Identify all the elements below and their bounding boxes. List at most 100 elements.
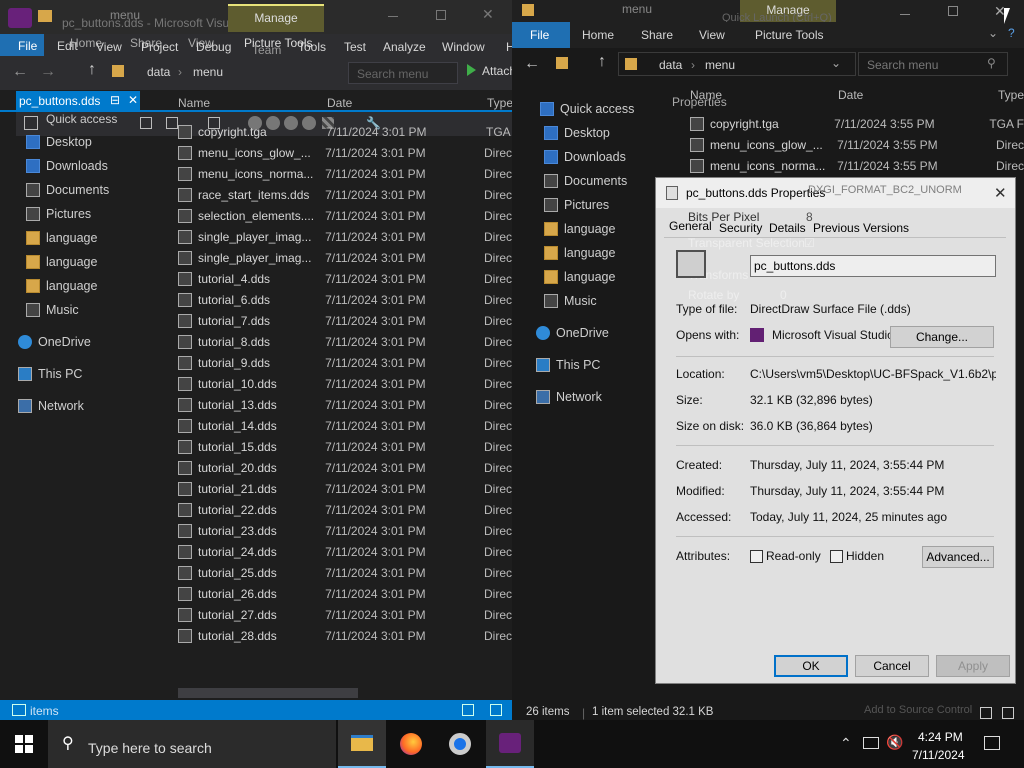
file-row[interactable]: tutorial_21.dds 7/11/2024 3:01 PM Direc [178, 478, 512, 499]
nav-this-pc[interactable]: This PC [536, 354, 600, 376]
file-row[interactable]: tutorial_25.dds 7/11/2024 3:01 PM Direc [178, 562, 512, 583]
hidden-checkbox[interactable] [830, 550, 843, 563]
add-to-source-control[interactable]: Add to Source Control [864, 704, 972, 716]
view-tab[interactable]: View [699, 28, 725, 42]
visual-studio-taskbar-button[interactable] [486, 720, 534, 768]
play-icon[interactable] [467, 64, 476, 76]
clock-time[interactable]: 4:24 PM [918, 730, 963, 744]
back-arrow-icon[interactable]: ← [12, 63, 28, 81]
file-row[interactable]: tutorial_10.dds 7/11/2024 3:01 PM Direc [178, 373, 512, 394]
breadcrumb-menu[interactable]: menu [705, 58, 735, 72]
nav-onedrive[interactable]: OneDrive [18, 331, 91, 353]
file-row[interactable]: menu_icons_glow_... 7/11/2024 3:01 PM Dire… [178, 142, 512, 163]
menu-project[interactable]: Project [141, 40, 178, 54]
file-row[interactable]: race_start_items.dds 7/11/2024 3:01 PM Dir… [178, 184, 512, 205]
column-date[interactable]: Date [838, 88, 863, 102]
nav-music[interactable]: Music [26, 299, 79, 321]
file-row[interactable]: tutorial_23.dds 7/11/2024 3:01 PM Direc [178, 520, 512, 541]
forward-arrow-icon[interactable]: → [40, 63, 56, 81]
close-tab-icon[interactable]: ✕ [128, 93, 138, 107]
file-row[interactable]: tutorial_14.dds 7/11/2024 3:01 PM Direc [178, 415, 512, 436]
file-row[interactable]: tutorial_6.dds 7/11/2024 3:01 PM Direc [178, 289, 512, 310]
menu-debug[interactable]: Debug [196, 40, 231, 54]
column-type[interactable]: Type [487, 96, 513, 110]
recent-icon[interactable] [556, 57, 568, 69]
nav-desktop[interactable]: Desktop [26, 131, 92, 153]
clock-date[interactable]: 7/11/2024 [912, 748, 965, 762]
file-row[interactable]: menu_icons_norma... 7/11/2024 3:01 PM Dire… [178, 163, 512, 184]
breadcrumb-data[interactable]: data [659, 58, 682, 72]
column-date[interactable]: Date [327, 96, 352, 110]
right-search-box[interactable]: Search menu ⚲ [858, 52, 1008, 76]
nav-documents[interactable]: Documents [26, 179, 109, 201]
apply-button[interactable]: Apply [936, 655, 1010, 677]
notifications-icon[interactable] [984, 736, 1000, 750]
dialog-close-icon[interactable]: ✕ [994, 184, 1007, 202]
file-row[interactable]: single_player_imag... 7/11/2024 3:01 PM Di… [178, 226, 512, 247]
help-icon[interactable]: ? [1008, 26, 1015, 40]
breadcrumb-data[interactable]: data [147, 65, 170, 79]
menu-file[interactable]: File [18, 39, 37, 53]
tab-general[interactable]: General [669, 219, 712, 233]
advanced-button[interactable]: Advanced... [922, 546, 994, 568]
nav-this-pc[interactable]: This PC [18, 363, 82, 385]
file-row[interactable]: menu_icons_norma... 7/11/2024 3:55 PM Dire… [690, 155, 1024, 176]
nav-downloads[interactable]: Downloads [26, 155, 108, 177]
back-arrow-icon[interactable]: ← [524, 55, 540, 73]
close-icon[interactable]: ✕ [482, 6, 494, 23]
doc-tab[interactable]: pc_buttons.dds ⊟ ✕ [16, 91, 140, 110]
nav-language-3[interactable]: language [544, 266, 615, 288]
firefox-taskbar-button[interactable] [387, 720, 435, 768]
cancel-button[interactable]: Cancel [855, 655, 929, 677]
pencil-tool-icon[interactable] [166, 117, 178, 129]
breadcrumb-menu[interactable]: menu [193, 65, 223, 79]
taskbar-search-box[interactable]: ⚲ Type here to search [48, 720, 336, 768]
tab-previous-versions[interactable]: Previous Versions [813, 221, 909, 235]
change-button[interactable]: Change... [890, 326, 994, 348]
file-row[interactable]: tutorial_22.dds 7/11/2024 3:01 PM Direc [178, 499, 512, 520]
home-tab[interactable]: Home [582, 28, 614, 42]
nav-downloads[interactable]: Downloads [544, 146, 626, 168]
details-view-icon[interactable] [462, 704, 474, 716]
file-row[interactable]: tutorial_13.dds 7/11/2024 3:01 PM Direc [178, 394, 512, 415]
file-row[interactable]: copyright.tga 7/11/2024 3:01 PM TGA [178, 121, 512, 142]
file-row[interactable]: tutorial_20.dds 7/11/2024 3:01 PM Direc [178, 457, 512, 478]
maximize-icon[interactable] [948, 6, 958, 16]
nav-onedrive[interactable]: OneDrive [536, 322, 609, 344]
chevron-down-icon[interactable]: ⌄ [988, 26, 998, 40]
minimize-icon[interactable] [388, 16, 398, 17]
large-icons-view-icon[interactable] [1002, 707, 1014, 719]
column-name[interactable]: Name [178, 96, 210, 110]
file-row[interactable]: menu_icons_glow_... 7/11/2024 3:55 PM Dire… [690, 134, 1024, 155]
chrome-taskbar-button[interactable] [436, 720, 484, 768]
readonly-checkbox[interactable] [750, 550, 763, 563]
nav-language-1[interactable]: language [544, 218, 615, 240]
file-row[interactable]: tutorial_9.dds 7/11/2024 3:01 PM Direc [178, 352, 512, 373]
filename-input[interactable]: pc_buttons.dds [750, 255, 996, 277]
nav-music[interactable]: Music [544, 290, 597, 312]
tab-details[interactable]: Details [769, 221, 806, 235]
nav-pictures[interactable]: Pictures [26, 203, 91, 225]
chevron-down-icon[interactable]: ⌄ [831, 56, 841, 70]
left-search-box[interactable]: Search menu [348, 62, 458, 84]
nav-language-3[interactable]: language [26, 275, 97, 297]
file-row[interactable]: tutorial_24.dds 7/11/2024 3:01 PM Direc [178, 541, 512, 562]
nav-network[interactable]: Network [18, 395, 84, 417]
file-row[interactable]: single_player_imag... 7/11/2024 3:01 PM Di… [178, 247, 512, 268]
nav-language-2[interactable]: language [544, 242, 615, 264]
menu-window[interactable]: Window [442, 40, 485, 54]
picture-tools-tab[interactable]: Picture Tools [755, 28, 823, 42]
column-type[interactable]: Type [998, 88, 1024, 102]
nav-language-2[interactable]: language [26, 251, 97, 273]
menu-team[interactable]: Team [252, 43, 281, 57]
horizontal-scrollbar[interactable] [178, 688, 358, 698]
menu-analyze[interactable]: Analyze [383, 40, 426, 54]
file-tab[interactable]: File [512, 22, 570, 48]
file-row[interactable]: copyright.tga 7/11/2024 3:55 PM TGA F [690, 113, 1024, 134]
manage-ribbon-tab[interactable]: Manage [228, 4, 324, 32]
ok-button[interactable]: OK [774, 655, 848, 677]
address-bar[interactable]: data › menu ⌄ [618, 52, 856, 76]
menu-test[interactable]: Test [344, 40, 366, 54]
chevron-up-icon[interactable]: ⌃ [840, 735, 852, 752]
tab-security[interactable]: Security [719, 221, 762, 235]
